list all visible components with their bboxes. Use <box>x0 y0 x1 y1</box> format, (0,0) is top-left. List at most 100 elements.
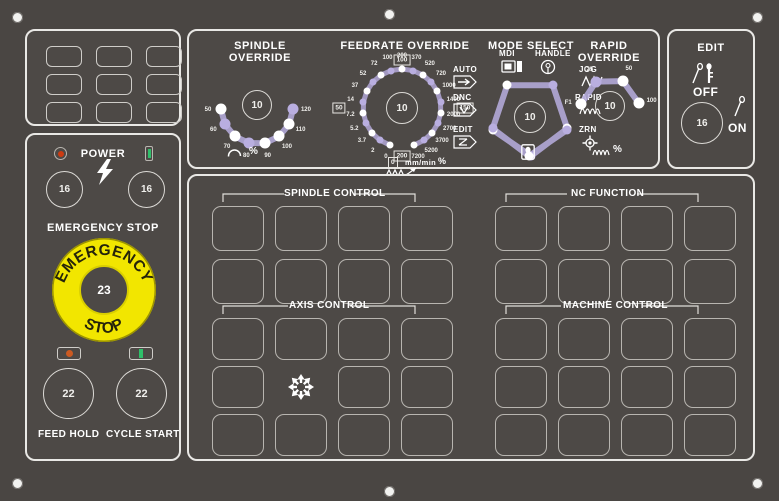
mode-detent-mdi[interactable] <box>548 80 558 90</box>
blank-key-3[interactable] <box>146 46 182 67</box>
feedrate-detent-2700[interactable] <box>434 119 442 127</box>
nc-function-key-7[interactable] <box>621 259 673 304</box>
machine-control-key-7[interactable] <box>621 366 673 408</box>
machine-control-key-2[interactable] <box>558 318 610 360</box>
rapid-override-detent-50[interactable] <box>617 75 629 87</box>
rapid-override-dial[interactable]: 10 F1 25 50 100 <box>565 66 657 129</box>
axis-control-key-5[interactable] <box>212 366 264 408</box>
feedrate-detent-520[interactable] <box>419 71 427 79</box>
machine-control-key-9[interactable] <box>495 414 547 456</box>
feedrate-detent-0[interactable] <box>386 141 394 149</box>
feedrate-detent-3700[interactable] <box>428 129 436 137</box>
feedrate-detent-5.2[interactable] <box>362 119 370 127</box>
spindle-control-key-8[interactable] <box>401 259 453 304</box>
nc-function-key-2[interactable] <box>558 206 610 251</box>
machine-control-key-3[interactable] <box>621 318 673 360</box>
feedrate-detent-72[interactable] <box>377 71 385 79</box>
blank-key-2[interactable] <box>96 46 132 67</box>
nc-function-key-3[interactable] <box>621 206 673 251</box>
machine-control-key-5[interactable] <box>495 366 547 408</box>
spindle-override-detent-70[interactable] <box>229 130 241 142</box>
feedrate-detent-1000[interactable] <box>433 87 441 95</box>
feedrate-detent-3.7[interactable] <box>368 129 376 137</box>
spindle-control-key-2[interactable] <box>275 206 327 251</box>
feedrate-detent-1400[interactable] <box>437 98 445 106</box>
blank-key-5[interactable] <box>96 74 132 95</box>
spindle-override-detent-90[interactable] <box>259 137 271 149</box>
rapid-override-detent-100[interactable] <box>633 97 645 109</box>
blank-key-8[interactable] <box>96 102 132 123</box>
power-off-button[interactable]: 16 <box>46 171 83 208</box>
feedrate-detent-2000[interactable] <box>437 109 445 117</box>
rapid-override-detent-F1[interactable] <box>575 98 587 110</box>
spindle-control-key-4[interactable] <box>401 206 453 251</box>
nc-function-group[interactable] <box>495 206 736 304</box>
nc-function-key-4[interactable] <box>684 206 736 251</box>
machine-control-key-4[interactable] <box>684 318 736 360</box>
feed-hold-button[interactable]: 22 <box>43 368 94 419</box>
axis-control-key-7[interactable] <box>338 366 390 408</box>
feedrate-override-selector[interactable]: 10 <box>386 92 418 124</box>
machine-control-key-11[interactable] <box>621 414 673 456</box>
machine-control-key-6[interactable] <box>558 366 610 408</box>
feedrate-detent-2[interactable] <box>376 136 384 144</box>
spindle-override-detent-120[interactable] <box>287 103 299 115</box>
power-on-button[interactable]: 16 <box>128 171 165 208</box>
spindle-override-dial[interactable]: 10 50 60 70 80 90 100 110 120 <box>202 64 318 159</box>
cycle-start-button[interactable]: 22 <box>116 368 167 419</box>
spindle-override-detent-100[interactable] <box>273 130 285 142</box>
feedrate-detent-5200[interactable] <box>420 136 428 144</box>
feedrate-detent-720[interactable] <box>427 78 435 86</box>
feedrate-detent-37[interactable] <box>363 87 371 95</box>
axis-control-key-2[interactable] <box>275 318 327 360</box>
nc-function-key-1[interactable] <box>495 206 547 251</box>
spindle-control-key-3[interactable] <box>338 206 390 251</box>
mode-select-selector[interactable]: 10 <box>514 101 546 133</box>
axis-control-key-11[interactable] <box>338 414 390 456</box>
mode-detent-handle[interactable] <box>502 80 512 90</box>
machine-control-group[interactable] <box>495 318 736 456</box>
machine-control-key-8[interactable] <box>684 366 736 408</box>
spindle-control-group[interactable] <box>212 206 453 304</box>
emergency-stop-button[interactable]: EMERGENCY STOP 23 <box>52 238 156 342</box>
feedrate-detent-370[interactable] <box>409 67 417 75</box>
blank-key-7[interactable] <box>46 102 82 123</box>
spindle-override-detent-60[interactable] <box>219 118 231 130</box>
axis-control-key-1[interactable] <box>212 318 264 360</box>
spindle-control-key-1[interactable] <box>212 206 264 251</box>
nc-function-key-5[interactable] <box>495 259 547 304</box>
rapid-override-selector[interactable]: 10 <box>595 91 625 121</box>
spindle-override-detent-50[interactable] <box>215 103 227 115</box>
spindle-control-key-6[interactable] <box>275 259 327 304</box>
axis-control-key-8[interactable] <box>401 366 453 408</box>
axis-control-key-9[interactable] <box>212 414 264 456</box>
axis-control-key-10[interactable] <box>275 414 327 456</box>
feedrate-detent-200[interactable] <box>398 65 406 73</box>
nc-function-key-8[interactable] <box>684 259 736 304</box>
machine-control-key-10[interactable] <box>558 414 610 456</box>
blank-key-6[interactable] <box>146 74 182 95</box>
mode-detent-jog[interactable] <box>488 123 498 133</box>
machine-control-key-1[interactable] <box>495 318 547 360</box>
feedrate-detent-14[interactable] <box>359 98 367 106</box>
spindle-control-key-5[interactable] <box>212 259 264 304</box>
axis-control-key-4[interactable] <box>401 318 453 360</box>
edit-keyswitch-button[interactable]: 16 <box>681 102 723 144</box>
spindle-control-key-7[interactable] <box>338 259 390 304</box>
axis-control-group[interactable] <box>212 318 453 456</box>
feedrate-detent-7200[interactable] <box>410 141 418 149</box>
axis-control-key-12[interactable] <box>401 414 453 456</box>
blank-key-4[interactable] <box>46 74 82 95</box>
emergency-stop-center[interactable]: 23 <box>79 265 129 315</box>
machine-control-key-12[interactable] <box>684 414 736 456</box>
spindle-override-selector[interactable]: 10 <box>242 90 272 120</box>
spindle-override-detent-110[interactable] <box>283 118 295 130</box>
rapid-override-detent-25[interactable] <box>590 76 602 88</box>
axis-control-key-3[interactable] <box>338 318 390 360</box>
blank-key-9[interactable] <box>146 102 182 123</box>
jog-starburst-icon[interactable] <box>275 366 327 408</box>
feedrate-detent-52[interactable] <box>369 78 377 86</box>
blank-key-1[interactable] <box>46 46 82 67</box>
feedrate-detent-100[interactable] <box>387 67 395 75</box>
feedrate-detent-7.2[interactable] <box>359 109 367 117</box>
